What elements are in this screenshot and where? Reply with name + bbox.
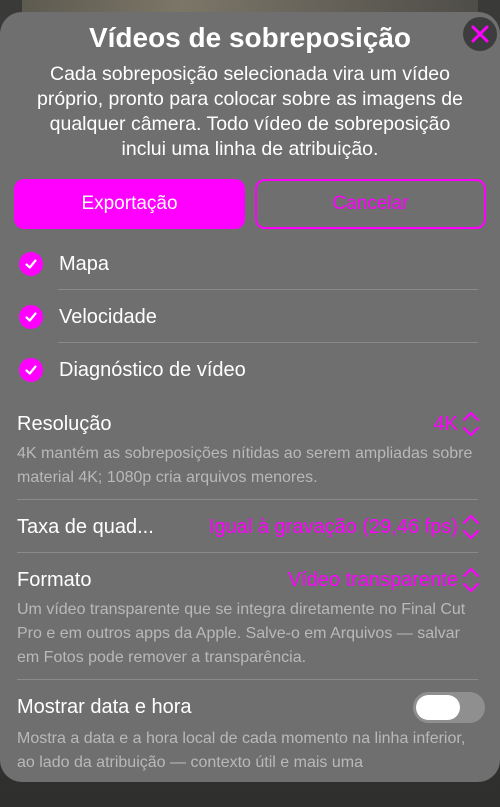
divider — [17, 552, 478, 553]
resolution-picker[interactable]: 4K — [434, 410, 458, 438]
show-datetime-label: Mostrar data e hora — [17, 696, 192, 718]
format-description: Um vídeo transparente que se integra dir… — [17, 601, 466, 666]
overlay-option-label: Diagnóstico de vídeo — [59, 359, 246, 381]
checkmark-icon — [19, 305, 43, 329]
checkmark-icon — [19, 252, 43, 276]
dialog-description: Cada sobreposição selecionada vira um ví… — [37, 63, 463, 160]
overlay-option-video-diagnostics[interactable]: Diagnóstico de vídeo — [0, 344, 500, 396]
checkmark-icon — [19, 358, 43, 382]
chevron-up-down-icon[interactable] — [459, 512, 483, 542]
resolution-description: 4K mantém as sobreposições nítidas ao se… — [17, 445, 473, 486]
overlay-option-label: Mapa — [59, 253, 110, 275]
chevron-up-down-icon[interactable] — [459, 409, 483, 439]
dialog-title: Vídeos de sobreposição — [88, 22, 412, 53]
divider — [58, 342, 478, 343]
frame-rate-picker[interactable]: Igual à gravação (29,46 fps) — [209, 513, 458, 541]
divider — [17, 679, 478, 680]
cancel-button[interactable]: Cancelar — [255, 179, 486, 229]
overlay-option-speed[interactable]: Velocidade — [0, 291, 500, 343]
divider — [58, 289, 478, 290]
toggle-knob — [416, 695, 460, 720]
show-datetime-toggle[interactable] — [413, 692, 485, 723]
export-button[interactable]: Exportação — [14, 179, 245, 229]
format-label: Formato — [17, 569, 92, 591]
show-datetime-description: Mostra a data e a hora local de cada mom… — [17, 730, 466, 771]
format-picker[interactable]: Vídeo transparente — [288, 566, 458, 594]
resolution-label: Resolução — [17, 413, 112, 435]
divider — [17, 499, 478, 500]
frame-rate-label: Taxa de quad... — [17, 516, 154, 538]
chevron-up-down-icon[interactable] — [459, 565, 483, 595]
overlay-option-label: Velocidade — [59, 306, 157, 328]
background-photo — [22, 0, 478, 12]
overlay-option-map[interactable]: Mapa — [0, 238, 500, 290]
